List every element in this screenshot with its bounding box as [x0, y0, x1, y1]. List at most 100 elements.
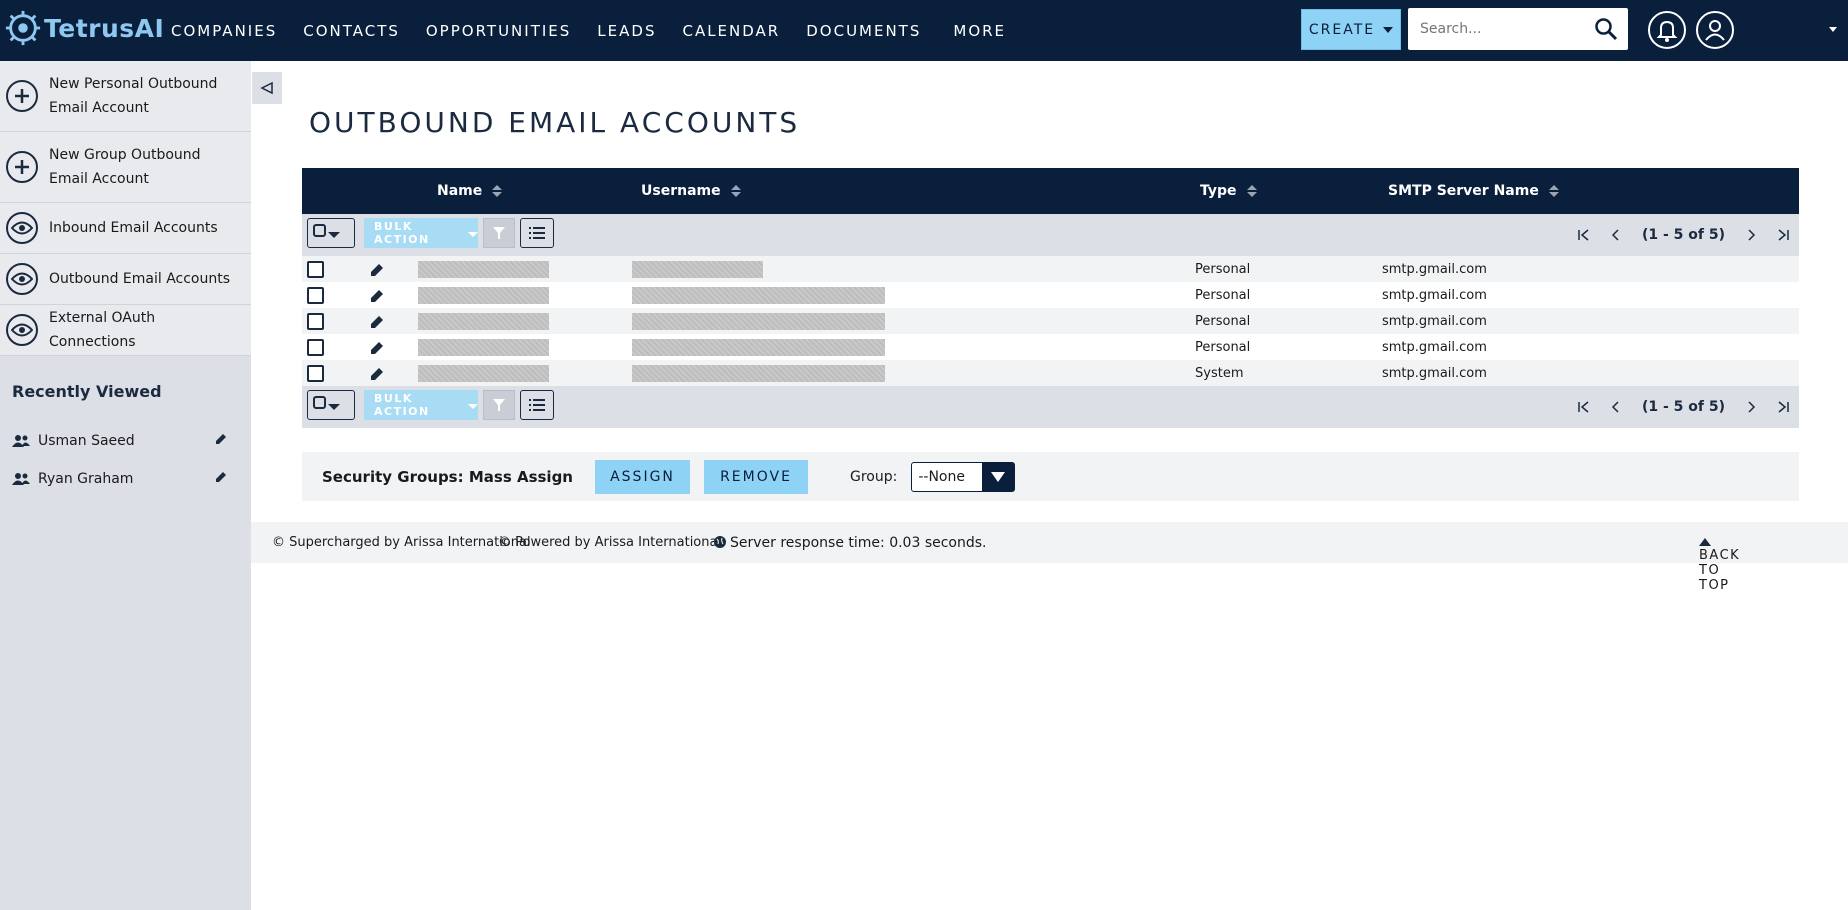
row-checkbox[interactable]: [307, 287, 324, 304]
table-body: Personal smtp.gmail.com Personal smtp.gm…: [302, 256, 1799, 386]
filter-button[interactable]: [483, 218, 515, 248]
row-checkbox[interactable]: [307, 261, 324, 278]
sort-icon: [492, 185, 503, 197]
row-checkbox[interactable]: [307, 313, 324, 330]
logo[interactable]: TetrusAI: [4, 10, 164, 46]
recent-item-label: Ryan Graham: [38, 471, 134, 487]
globe-icon: [714, 536, 726, 548]
create-button[interactable]: CREATE: [1301, 9, 1401, 50]
first-page-icon: [1578, 401, 1589, 413]
first-page-button[interactable]: [1568, 400, 1600, 414]
column-header-type[interactable]: Type: [1200, 183, 1257, 199]
column-header-username[interactable]: Username: [641, 183, 741, 199]
last-page-button[interactable]: [1767, 228, 1799, 242]
last-page-button[interactable]: [1767, 400, 1799, 414]
table-row[interactable]: Personal smtp.gmail.com: [302, 334, 1799, 360]
page-title: OUTBOUND EMAIL ACCOUNTS: [309, 106, 801, 139]
assign-button[interactable]: ASSIGN: [595, 459, 690, 494]
footer-powered[interactable]: © Powered by Arissa International: [498, 535, 721, 550]
row-checkbox[interactable]: [307, 339, 324, 356]
sidebar-item-new-personal-outbound[interactable]: New Personal Outbound Email Account: [0, 61, 251, 132]
column-header-smtp[interactable]: SMTP Server Name: [1388, 183, 1559, 199]
table-row[interactable]: System smtp.gmail.com: [302, 360, 1799, 386]
sidebar-item-external-oauth[interactable]: External OAuth Connections: [0, 305, 251, 356]
sidebar-item-label: Inbound Email Accounts: [49, 220, 218, 236]
chevron-down-icon[interactable]: [1829, 27, 1837, 32]
type-cell: Personal: [1195, 262, 1251, 277]
select-all-dropdown[interactable]: [307, 218, 355, 248]
eye-icon: [6, 314, 38, 346]
pencil-icon[interactable]: [370, 314, 385, 329]
search-icon[interactable]: [1594, 17, 1618, 41]
table-row[interactable]: Personal smtp.gmail.com: [302, 256, 1799, 282]
pencil-icon[interactable]: [214, 432, 228, 446]
column-label: SMTP Server Name: [1388, 183, 1539, 199]
security-groups-mass-assign: Security Groups: Mass Assign ASSIGN REMO…: [302, 452, 1799, 501]
nav-companies[interactable]: COMPANIES: [171, 22, 277, 40]
pagination-bottom: (1 - 5 of 5): [1568, 386, 1799, 428]
pencil-icon[interactable]: [214, 470, 228, 484]
footer-supercharged[interactable]: © Supercharged by Arissa International: [272, 535, 531, 550]
nav-contacts[interactable]: CONTACTS: [303, 22, 400, 40]
table-row[interactable]: Personal smtp.gmail.com: [302, 308, 1799, 334]
chevron-down-icon: [982, 462, 1015, 491]
user-menu-button[interactable]: [1696, 11, 1734, 49]
bulk-action-label: BULK ACTION: [374, 220, 430, 246]
next-page-button[interactable]: [1735, 228, 1767, 242]
smtp-cell: smtp.gmail.com: [1382, 262, 1487, 277]
sidebar-collapse-button[interactable]: [252, 72, 282, 104]
bulk-action-button[interactable]: BULK ACTION: [364, 218, 478, 248]
remove-button[interactable]: REMOVE: [704, 459, 808, 494]
pencil-icon[interactable]: [370, 262, 385, 277]
pencil-icon[interactable]: [370, 288, 385, 303]
recent-item-ryan-graham[interactable]: Ryan Graham: [0, 460, 251, 498]
create-label: CREATE: [1308, 21, 1376, 38]
column-chooser-button[interactable]: [520, 390, 554, 420]
prev-page-button[interactable]: [1600, 228, 1632, 242]
top-navbar: TetrusAI COMPANIES CONTACTS OPPORTUNITIE…: [0, 0, 1848, 61]
checkbox-dropdown-icon: [313, 224, 340, 238]
nav-more[interactable]: MORE: [953, 22, 1006, 40]
redacted-username: [632, 339, 885, 356]
prev-page-button[interactable]: [1600, 400, 1632, 414]
recently-viewed-title: Recently Viewed: [12, 382, 162, 401]
redacted-name: [418, 365, 549, 382]
group-select[interactable]: --None: [911, 461, 1016, 492]
search-input[interactable]: [1408, 8, 1578, 50]
sidebar-item-outbound-accounts[interactable]: Outbound Email Accounts: [0, 254, 251, 305]
bulk-action-button[interactable]: BULK ACTION: [364, 390, 478, 420]
user-icon: [1705, 20, 1725, 41]
table-row[interactable]: Personal smtp.gmail.com: [302, 282, 1799, 308]
accounts-table: Name Username Type SMTP Server Name BULK…: [302, 168, 1799, 428]
redacted-name: [418, 261, 549, 278]
back-to-top-link[interactable]: BACK TO TOP: [1699, 535, 1739, 593]
last-page-icon: [1778, 401, 1789, 413]
row-checkbox[interactable]: [307, 365, 324, 382]
redacted-username: [632, 313, 885, 330]
collapse-left-icon: [260, 81, 273, 95]
first-page-button[interactable]: [1568, 228, 1600, 242]
notifications-button[interactable]: [1648, 11, 1686, 49]
select-all-dropdown[interactable]: [307, 390, 355, 420]
column-chooser-button[interactable]: [520, 218, 554, 248]
filter-icon: [493, 399, 505, 411]
column-label: Name: [437, 183, 483, 199]
redacted-username: [632, 261, 763, 278]
nav-leads[interactable]: LEADS: [597, 22, 656, 40]
sidebar-actions: New Personal Outbound Email Account New …: [0, 61, 251, 356]
pencil-icon[interactable]: [370, 340, 385, 355]
back-to-top-label: BACK TO TOP: [1699, 548, 1741, 593]
sidebar-item-new-group-outbound[interactable]: New Group Outbound Email Account: [0, 132, 251, 203]
pencil-icon[interactable]: [370, 366, 385, 381]
nav-calendar[interactable]: CALENDAR: [682, 22, 780, 40]
filter-button[interactable]: [483, 390, 515, 420]
recent-item-usman-saeed[interactable]: Usman Saeed: [0, 422, 251, 460]
sort-icon: [1246, 185, 1257, 197]
nav-opportunities[interactable]: OPPORTUNITIES: [426, 22, 571, 40]
column-header-name[interactable]: Name: [437, 183, 503, 199]
chevron-right-icon: [1748, 401, 1756, 413]
nav-documents[interactable]: DOCUMENTS: [806, 22, 921, 40]
smtp-cell: smtp.gmail.com: [1382, 314, 1487, 329]
sidebar-item-inbound-accounts[interactable]: Inbound Email Accounts: [0, 203, 251, 254]
next-page-button[interactable]: [1735, 400, 1767, 414]
